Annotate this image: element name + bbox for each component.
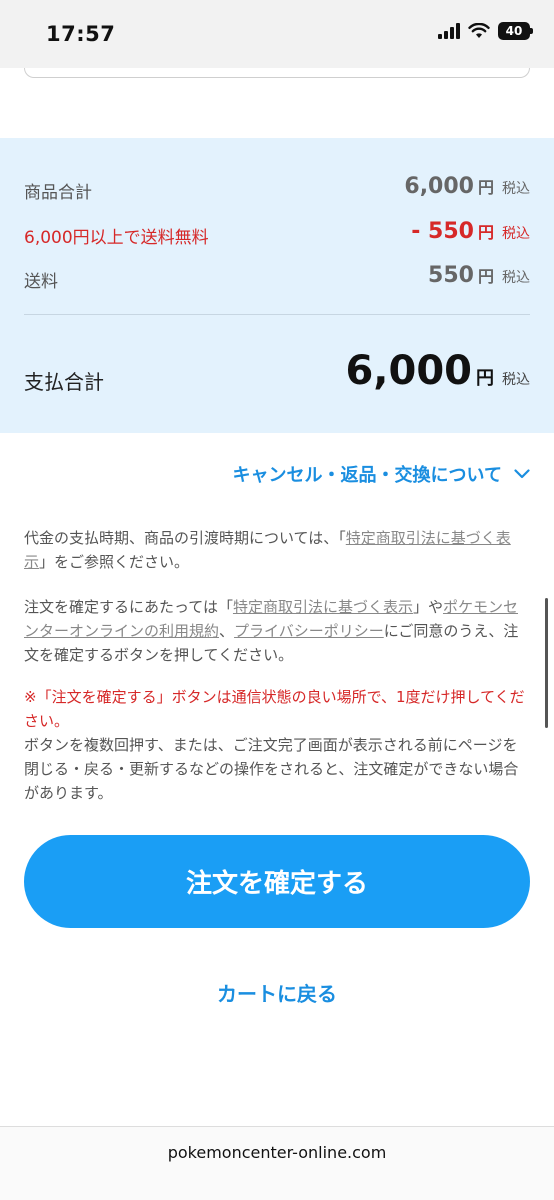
back-to-cart-link[interactable]: カートに戻る bbox=[0, 978, 554, 1007]
text: 」や bbox=[412, 598, 443, 616]
total-amount: 6,000 円 税込 bbox=[345, 348, 530, 394]
confirm-order-button[interactable]: 注文を確定する bbox=[24, 835, 530, 928]
status-time: 17:57 bbox=[46, 22, 116, 46]
scrollbar[interactable] bbox=[545, 598, 548, 728]
order-summary: 商品合計 6,000 円 税込 6,000円以上で送料無料 - 550 円 税込… bbox=[0, 138, 554, 433]
tax-included: 税込 bbox=[502, 372, 530, 388]
single-press-warning: ※「注文を確定する」ボタンは通信状態の良い場所で、1度だけ押してください。 bbox=[24, 688, 525, 730]
subtotal-amount: 6,000 円 税込 bbox=[404, 174, 530, 199]
subtotal-label: 商品合計 bbox=[24, 183, 92, 203]
text: 」をご参照ください。 bbox=[39, 553, 190, 571]
shipping-label: 送料 bbox=[24, 272, 58, 292]
cancel-link-label: キャンセル・返品・交換について bbox=[232, 465, 502, 486]
discount-label: 6,000円以上で送料無料 bbox=[24, 228, 209, 248]
status-bar: 17:57 40 bbox=[0, 0, 554, 68]
yen-unit: 円 bbox=[477, 267, 494, 286]
url-text: pokemoncenter-online.com bbox=[167, 1143, 387, 1162]
shipping-amount: 550 円 税込 bbox=[428, 263, 530, 288]
cellular-signal-icon bbox=[438, 23, 460, 39]
discount-row: 6,000円以上で送料無料 - 550 円 税込 bbox=[24, 219, 530, 249]
summary-divider bbox=[24, 314, 530, 315]
consent-note: 注文を確定するにあたっては「特定商取引法に基づく表示」やポケモンセンターオンライ… bbox=[24, 595, 530, 667]
discount-value: - 550 bbox=[411, 219, 474, 244]
shipping-value: 550 bbox=[428, 263, 474, 288]
browser-url-bar[interactable]: pokemoncenter-online.com bbox=[0, 1126, 554, 1200]
privacy-policy-link[interactable]: プライバシーポリシー bbox=[234, 622, 384, 640]
text: 、 bbox=[219, 622, 235, 640]
chevron-down-icon bbox=[514, 469, 530, 479]
duplicate-order-note: ボタンを複数回押す、または、ご注文完了画面が表示される前にページを閉じる・戻る・… bbox=[24, 736, 519, 802]
yen-unit: 円 bbox=[477, 223, 494, 242]
subtotal-row: 商品合計 6,000 円 税込 bbox=[24, 174, 530, 204]
battery-icon: 40 bbox=[498, 22, 533, 40]
total-value: 6,000 bbox=[345, 348, 472, 394]
yen-unit: 円 bbox=[477, 178, 494, 197]
commercial-transactions-link[interactable]: 特定商取引法に基づく表示 bbox=[233, 598, 413, 616]
status-icons: 40 bbox=[438, 22, 533, 40]
previous-section-box bbox=[24, 68, 530, 78]
tax-included: 税込 bbox=[502, 270, 530, 286]
subtotal-value: 6,000 bbox=[404, 174, 474, 199]
cancel-return-exchange-link[interactable]: キャンセル・返品・交換について bbox=[233, 461, 530, 487]
shipping-row: 送料 550 円 税込 bbox=[24, 263, 530, 293]
text: 注文を確定するにあたっては「 bbox=[24, 598, 233, 616]
wifi-icon bbox=[468, 23, 490, 38]
discount-amount: - 550 円 税込 bbox=[411, 219, 530, 244]
page-content[interactable]: 商品合計 6,000 円 税込 6,000円以上で送料無料 - 550 円 税込… bbox=[0, 68, 554, 1126]
payment-timing-note: 代金の支払時期、商品の引渡時期については、「特定商取引法に基づく表示」をご参照く… bbox=[24, 526, 530, 574]
text: 代金の支払時期、商品の引渡時期については、「 bbox=[24, 529, 346, 547]
tax-included: 税込 bbox=[502, 226, 530, 242]
tax-included: 税込 bbox=[502, 181, 530, 197]
yen-unit: 円 bbox=[476, 368, 494, 389]
total-label: 支払合計 bbox=[24, 370, 104, 394]
